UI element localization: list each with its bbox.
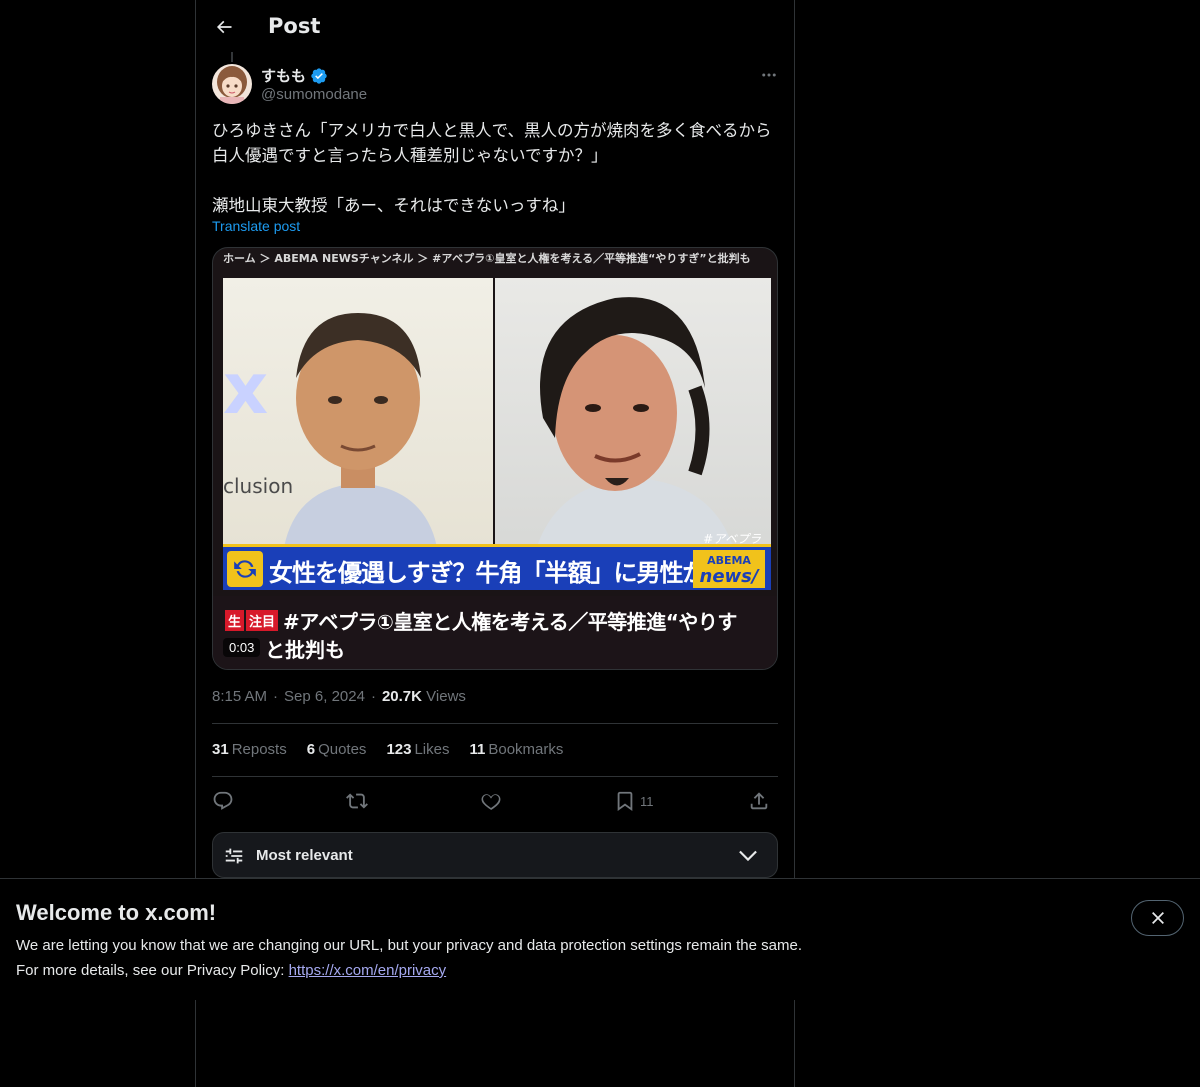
- views-label: Views: [426, 688, 466, 705]
- divider: [212, 723, 778, 724]
- abema-news-logo: ABEMA news/: [693, 550, 765, 588]
- share-icon: [750, 792, 768, 810]
- stat-count: 11: [469, 741, 486, 758]
- video-left-panel: x clusion: [223, 278, 493, 553]
- post-text: ひろゆきさん「アメリカで白人と黒人で、黒人の方が焼肉を多く食べるから白人優遇です…: [212, 121, 772, 215]
- close-icon: [1151, 912, 1164, 924]
- bookmark-count: 11: [640, 793, 654, 809]
- video-breadcrumb-overlay: ホーム ＞ ABEMA NEWSチャンネル ＞ #アベプラ①皇室と人権を考える／…: [223, 252, 751, 265]
- filter-sliders-icon: [225, 848, 243, 864]
- reply-button[interactable]: [212, 786, 234, 816]
- divider: [212, 776, 778, 777]
- repost-icon: [346, 793, 368, 809]
- stat-label: Likes: [414, 741, 450, 758]
- bookmarks-stat[interactable]: 11 Bookmarks: [470, 741, 564, 758]
- refresh-cycle-icon: [227, 551, 263, 587]
- page-title: Post: [268, 14, 321, 38]
- banner-message: We are letting you know that we are chan…: [16, 937, 802, 954]
- video-headline-bar: 女性を優遇しすぎ？牛角「半額」に男性が批判 ABEMA news/: [223, 544, 771, 590]
- close-banner-button[interactable]: [1131, 900, 1184, 936]
- repost-button[interactable]: [346, 786, 368, 816]
- live-tag: 生: [225, 610, 245, 631]
- views-count: 20.7K: [381, 688, 422, 705]
- author-name[interactable]: すもも: [261, 65, 328, 86]
- news-logo-line2: news/: [699, 566, 759, 587]
- privacy-policy-link[interactable]: https://x.com/en/privacy: [289, 962, 447, 979]
- banner-details-text: For more details, see our Privacy Policy…: [16, 962, 289, 979]
- translate-post-link[interactable]: Translate post: [212, 218, 300, 234]
- stat-label: Quotes: [318, 741, 367, 758]
- stat-label: Bookmarks: [488, 741, 564, 758]
- person-left-icon: [283, 313, 438, 553]
- post-metadata: 8:15 AM · Sep 6, 2024 · 20.7K Views: [212, 688, 466, 705]
- more-dots-icon: [762, 73, 776, 77]
- meta-separator: ·: [273, 688, 279, 705]
- person-right-icon: [535, 297, 735, 553]
- reply-icon: [213, 791, 233, 810]
- author-avatar[interactable]: [212, 64, 252, 104]
- stat-count: 31: [212, 741, 229, 758]
- author-name-text: すもも: [261, 67, 307, 85]
- stat-count: 123: [386, 741, 412, 758]
- verified-badge-icon: [311, 67, 327, 84]
- post-time[interactable]: 8:15 AM: [212, 688, 267, 705]
- avatar-illustration-icon: [212, 64, 252, 104]
- meta-separator: ·: [370, 688, 376, 705]
- video-caption-line1: #アベプラ①皇室と人権を考える／平等推進“やりす: [283, 610, 737, 634]
- welcome-banner: Welcome to x.com! We are letting you kno…: [0, 878, 1200, 1000]
- video-headline-text: 女性を優遇しすぎ？牛角「半額」に男性が批判: [269, 559, 753, 587]
- sort-label: Most relevant: [256, 847, 353, 864]
- video-media[interactable]: ホーム ＞ ABEMA NEWSチャンネル ＞ #アベプラ①皇室と人権を考える／…: [212, 247, 778, 670]
- bookmark-icon: [617, 791, 633, 812]
- top-bar: Post: [196, 0, 794, 54]
- caption-tags: 生 注目: [225, 610, 279, 631]
- featured-tag: 注目: [246, 610, 279, 631]
- reposts-stat[interactable]: 31 Reposts: [212, 741, 287, 758]
- banner-details: For more details, see our Privacy Policy…: [16, 962, 446, 979]
- likes-stat[interactable]: 123 Likes: [386, 741, 449, 758]
- back-button[interactable]: [206, 9, 242, 45]
- stat-label: Reposts: [231, 741, 287, 758]
- share-button[interactable]: [748, 786, 770, 816]
- author-handle[interactable]: @sumomodane: [261, 86, 367, 103]
- bookmark-button[interactable]: 11: [614, 786, 654, 816]
- engagement-stats: 31 Reposts 6 Quotes 123 Likes 11 Bookmarks: [212, 741, 563, 758]
- video-caption-area: 生 注目 #アベプラ①皇室と人権を考える／平等推進“やりす と批判も: [213, 596, 777, 669]
- video-caption-line2: と批判も: [265, 638, 345, 662]
- thread-connector: [231, 52, 233, 62]
- reply-sort-dropdown[interactable]: Most relevant: [212, 832, 778, 878]
- banner-title: Welcome to x.com!: [16, 900, 217, 925]
- back-arrow-icon: [216, 20, 232, 34]
- chevron-down-icon: [739, 850, 757, 862]
- like-button[interactable]: [480, 786, 502, 816]
- heart-icon: [481, 794, 501, 811]
- stat-count: 6: [306, 741, 316, 758]
- video-duration-badge: 0:03: [223, 638, 261, 657]
- post-date[interactable]: Sep 6, 2024: [284, 688, 365, 705]
- more-options-button[interactable]: [756, 62, 782, 88]
- video-right-panel: #アベプラ: [495, 278, 771, 553]
- views-stat: 20.7K Views: [382, 688, 466, 705]
- quotes-stat[interactable]: 6 Quotes: [307, 741, 367, 758]
- action-bar: 11: [212, 786, 778, 816]
